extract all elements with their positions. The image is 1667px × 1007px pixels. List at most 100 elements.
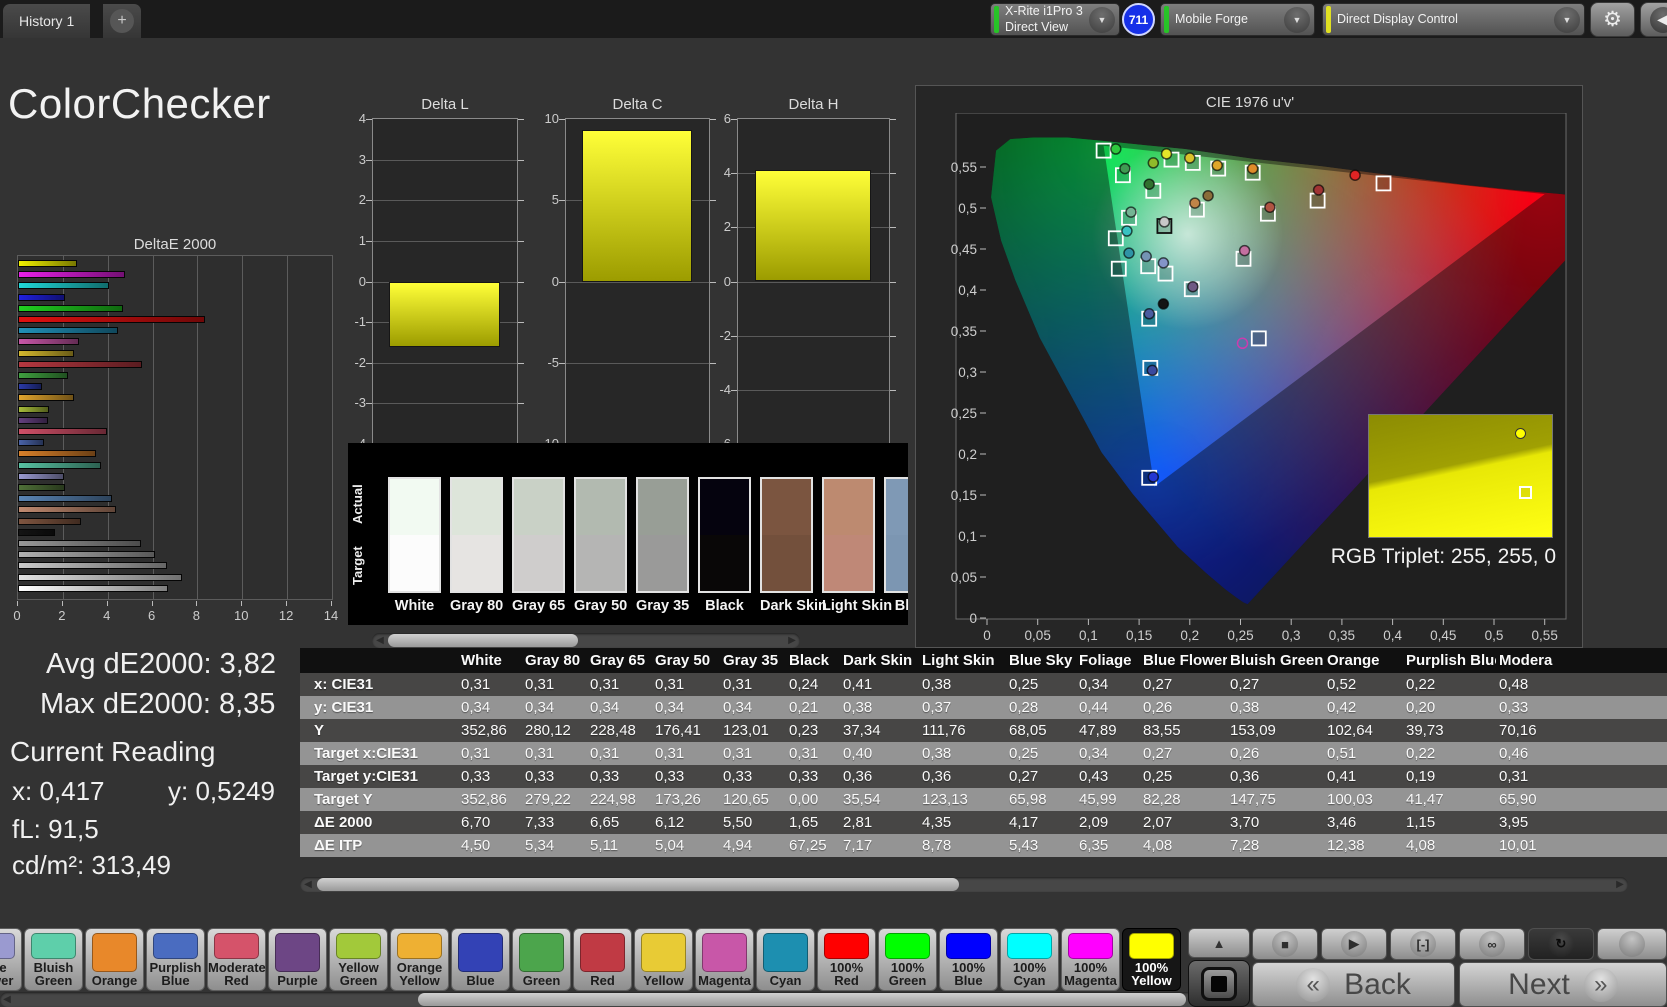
x-tick-label: 10 [234, 608, 248, 623]
patch-button-blue-flower[interactable]: Blue Flower [0, 928, 22, 991]
x-tick [241, 601, 242, 606]
stop-button[interactable]: ■ [1252, 928, 1318, 960]
patch-button-100-green[interactable]: 100% Green [878, 928, 937, 991]
patch-button-100-magenta[interactable]: 100% Magenta [1061, 928, 1120, 991]
table-cell: 0,31 [522, 745, 587, 762]
next-button[interactable]: Next » [1459, 962, 1667, 1007]
scroll-left-icon[interactable]: ◀ [372, 633, 388, 648]
patch-button-100-cyan[interactable]: 100% Cyan [1000, 928, 1059, 991]
bar-purplish-blue [18, 439, 44, 446]
settings-button[interactable]: ⚙ [1590, 2, 1635, 37]
patch-button-purple[interactable]: Purple [268, 928, 327, 991]
swatch-scrollbar[interactable]: ◀ ▶ [372, 633, 800, 648]
y-tick-label: -5 [529, 355, 559, 370]
patch-button-label: 100% Yellow [1123, 961, 1180, 991]
swatch-target [824, 535, 873, 591]
y-tick [518, 119, 524, 120]
patch-strip-scrollbar-thumb[interactable] [418, 993, 1186, 1006]
column-header: Modera [1496, 652, 1636, 669]
display-control-dropdown[interactable]: Direct Display Control ▼ [1322, 3, 1585, 36]
patch-button-green[interactable]: Green [512, 928, 571, 991]
table-cell: 4,08 [1140, 837, 1227, 854]
table-cell: 0,31 [1496, 768, 1636, 785]
row-label: Target y:CIE31 [300, 768, 458, 785]
table-cell: 0,19 [1403, 768, 1496, 785]
patch-button-label: Red [574, 974, 631, 990]
patch-button-blue[interactable]: Blue [451, 928, 510, 991]
patch-button-orange-yellow[interactable]: Orange Yellow [390, 928, 449, 991]
patch-button-label: 100% Green [879, 961, 936, 991]
x-tick-label: 0,55 [1532, 628, 1558, 643]
meter-badge[interactable]: 711 [1122, 3, 1155, 36]
table-cell: 2,81 [840, 814, 919, 831]
measured-marker [1144, 179, 1154, 189]
source-dropdown[interactable]: Mobile Forge ▼ [1160, 3, 1315, 36]
record-button[interactable] [1597, 928, 1667, 960]
column-header: Dark Skin [840, 652, 919, 669]
scroll-left-icon[interactable]: ◀ [0, 992, 14, 1007]
tab-history-1[interactable]: History 1 [3, 4, 90, 38]
stop-measurement-button[interactable] [1188, 960, 1250, 1007]
swatch-actual [638, 479, 687, 535]
scroll-right-icon[interactable]: ▶ [1612, 877, 1628, 892]
patch-button-100-red[interactable]: 100% Red [817, 928, 876, 991]
target-marker [1112, 262, 1126, 276]
table-cell: 0,31 [522, 676, 587, 693]
y-tick [890, 282, 896, 283]
target-marker [1159, 267, 1173, 281]
table-cell: 0,22 [1403, 676, 1496, 693]
table-cell: 352,86 [458, 791, 522, 808]
patch-button-moderate-red[interactable]: Moderate Red [207, 928, 266, 991]
table-cell: 83,55 [1140, 722, 1227, 739]
table-cell: 0,40 [840, 745, 919, 762]
patch-button-orange[interactable]: Orange [85, 928, 144, 991]
patch-button-cyan[interactable]: Cyan [756, 928, 815, 991]
y-tick-label: 5 [529, 192, 559, 207]
step-button[interactable]: [-] [1390, 928, 1456, 960]
swatch-scrollbar-thumb[interactable] [388, 634, 578, 647]
table-cell: 100,03 [1324, 791, 1403, 808]
play-button[interactable]: ▶ [1321, 928, 1387, 960]
patch-button-red[interactable]: Red [573, 928, 632, 991]
patch-button-purplish-blue[interactable]: Purplish Blue [146, 928, 205, 991]
scroll-up-button[interactable]: ▲ [1188, 928, 1250, 958]
table-scrollbar[interactable]: ◀ ▶ [300, 877, 1628, 892]
measured-marker [1314, 185, 1324, 195]
bar-foliage [18, 484, 65, 491]
patch-color [275, 933, 320, 972]
table-cell: 5,04 [652, 837, 720, 854]
plus-icon: + [110, 9, 134, 33]
x-tick [62, 601, 63, 606]
table-cell: 47,89 [1076, 722, 1140, 739]
bar-magenta [18, 338, 79, 345]
refresh-button[interactable]: ↻ [1528, 928, 1594, 960]
gridline [566, 282, 709, 283]
patch-button-label: Blue [452, 974, 509, 990]
y-tick [890, 390, 896, 391]
back-button[interactable]: « Back [1252, 962, 1455, 1007]
cie-diagram-panel: CIE 1976 u'v' 0,550,50,450,40,350,30,250… [915, 85, 1583, 648]
scroll-right-icon[interactable]: ▶ [784, 633, 800, 648]
table-cell: 0,34 [458, 699, 522, 716]
measured-marker [1124, 248, 1134, 258]
patch-strip-scrollbar[interactable]: ◀ ▶ [0, 992, 1203, 1007]
table-cell: 176,41 [652, 722, 720, 739]
add-tab-button[interactable]: + [103, 4, 141, 38]
patch-button-100-yellow[interactable]: 100% Yellow [1122, 928, 1181, 991]
patch-button-magenta[interactable]: Magenta [695, 928, 754, 991]
patch-button-bluish-green[interactable]: Bluish Green [24, 928, 83, 991]
infinity-icon: ∞ [1479, 931, 1505, 957]
scroll-left-icon[interactable]: ◀ [300, 877, 316, 892]
patch-button-100-blue[interactable]: 100% Blue [939, 928, 998, 991]
collapse-panel-button[interactable]: ◀ [1640, 2, 1667, 37]
patch-button-yellow[interactable]: Yellow [634, 928, 693, 991]
patch-button-yellow-green[interactable]: Yellow Green [329, 928, 388, 991]
display-status-stripe [1326, 6, 1331, 33]
table-cell: 279,22 [522, 791, 587, 808]
table-scrollbar-thumb[interactable] [317, 878, 959, 891]
y-tick-label: -3 [336, 395, 366, 410]
loop-button[interactable]: ∞ [1459, 928, 1525, 960]
y-tick [518, 282, 524, 283]
meter-dropdown[interactable]: X-Rite i1Pro 3 Direct View ▼ [990, 3, 1120, 36]
swatch-target [886, 535, 908, 591]
